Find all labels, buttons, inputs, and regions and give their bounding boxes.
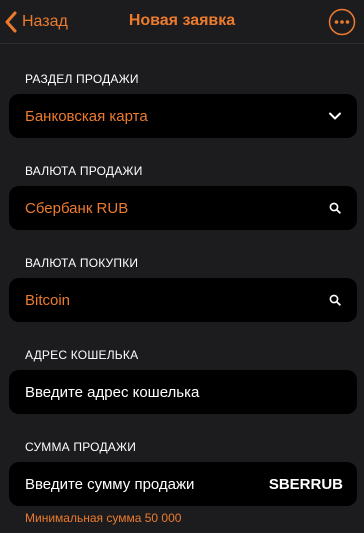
wallet-address-input[interactable]: Введите адрес кошелька xyxy=(9,370,357,414)
sale-section-select[interactable]: Банковская карта xyxy=(9,94,357,138)
minimum-amount-hint: Минимальная сумма 50 000 xyxy=(25,511,182,525)
sale-section-value: Банковская карта xyxy=(25,107,148,125)
buy-currency-select[interactable]: Bitcoin xyxy=(9,278,357,322)
sale-currency-label: ВАЛЮТА ПРОДАЖИ xyxy=(25,164,143,178)
sale-amount-label: СУММА ПРОДАЖИ xyxy=(25,440,137,454)
sale-amount-currency-suffix: SBERRUB xyxy=(268,475,343,493)
navigation-bar: Назад Новая заявка xyxy=(0,0,364,44)
more-icon xyxy=(328,8,356,36)
buy-currency-label: ВАЛЮТА ПОКУПКИ xyxy=(25,256,139,270)
back-button[interactable]: Назад xyxy=(4,10,68,34)
chevron-left-icon xyxy=(4,11,18,33)
search-icon xyxy=(327,292,343,308)
wallet-address-placeholder: Введите адрес кошелька xyxy=(25,383,200,401)
chevron-down-icon xyxy=(327,108,343,124)
search-icon xyxy=(327,200,343,216)
wallet-address-label: АДРЕС КОШЕЛЬКА xyxy=(25,348,139,362)
sale-amount-input[interactable]: Введите сумму продажи SBERRUB xyxy=(9,462,357,506)
sale-section-label: РАЗДЕЛ ПРОДАЖИ xyxy=(25,72,139,86)
sale-currency-value: Сбербанк RUB xyxy=(25,199,129,217)
more-button[interactable] xyxy=(328,8,356,36)
back-label: Назад xyxy=(22,13,68,30)
sale-currency-select[interactable]: Сбербанк RUB xyxy=(9,186,357,230)
sale-amount-placeholder: Введите сумму продажи xyxy=(25,475,195,493)
buy-currency-value: Bitcoin xyxy=(25,291,71,309)
